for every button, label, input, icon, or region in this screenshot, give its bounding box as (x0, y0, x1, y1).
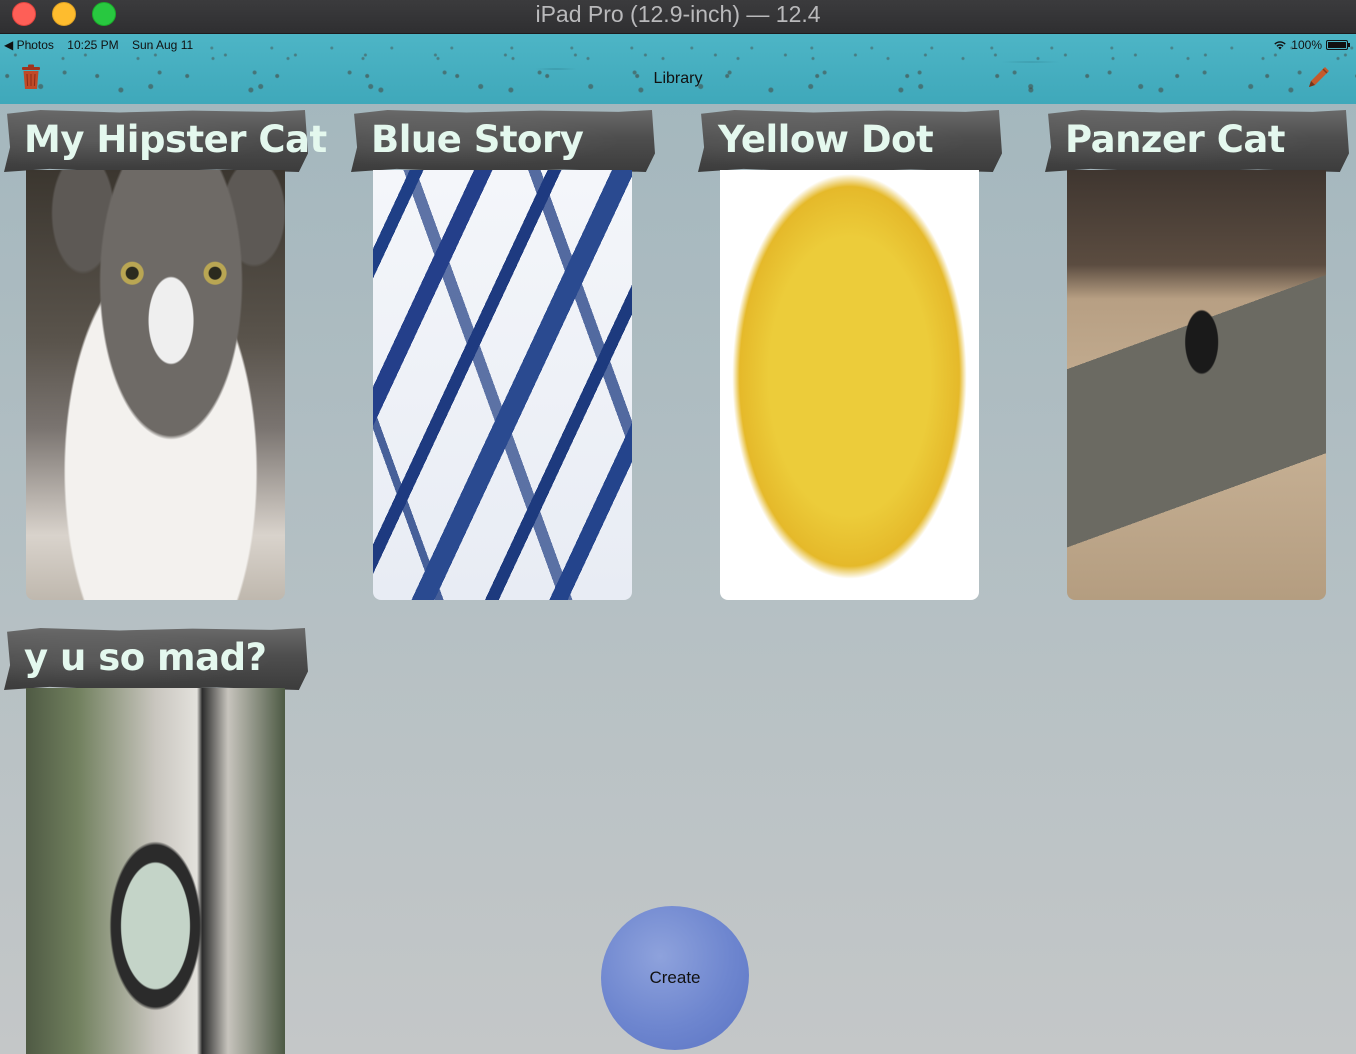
battery-fill (1328, 42, 1346, 48)
story-card[interactable]: Panzer Cat (1045, 110, 1349, 602)
story-thumbnail[interactable] (373, 170, 632, 600)
create-button[interactable]: Create (601, 906, 749, 1050)
ipad-screen: ◀ Photos 10:25 PM Sun Aug 11 100% Librar… (0, 34, 1356, 1054)
story-title: Blue Story (371, 118, 584, 161)
wifi-icon (1274, 41, 1286, 50)
nav-title: Library (653, 70, 703, 87)
story-title: My Hipster Cat (24, 118, 327, 161)
story-title: Yellow Dot (718, 118, 934, 161)
window-titlebar: iPad Pro (12.9-inch) — 12.4 (0, 0, 1356, 34)
navigation-bar: ◀ Photos 10:25 PM Sun Aug 11 100% Librar… (0, 34, 1356, 104)
back-to-app-link[interactable]: ◀ Photos (4, 38, 54, 52)
status-date: Sun Aug 11 (131, 38, 194, 52)
pencil-icon[interactable] (1306, 64, 1332, 90)
story-thumbnail[interactable] (1067, 170, 1326, 600)
story-card[interactable]: My Hipster Cat (4, 110, 327, 602)
story-thumbnail[interactable] (720, 170, 979, 600)
story-thumbnail[interactable] (26, 688, 285, 1054)
battery-icon (1326, 40, 1350, 50)
status-bar-left: ◀ Photos 10:25 PM Sun Aug 11 (4, 38, 203, 52)
status-bar-right: 100% (1273, 38, 1350, 52)
story-card[interactable]: Blue Story (351, 110, 655, 602)
create-button-label: Create (649, 968, 701, 987)
battery-percentage: 100% (1291, 38, 1322, 52)
story-title: Panzer Cat (1065, 118, 1286, 161)
story-title: y u so mad? (24, 636, 267, 679)
story-thumbnail[interactable] (26, 170, 285, 600)
story-card[interactable]: y u so mad? (4, 628, 308, 1054)
status-time: 10:25 PM (67, 38, 119, 52)
story-card[interactable]: Yellow Dot (698, 110, 1002, 602)
window-title: iPad Pro (12.9-inch) — 12.4 (535, 1, 821, 27)
